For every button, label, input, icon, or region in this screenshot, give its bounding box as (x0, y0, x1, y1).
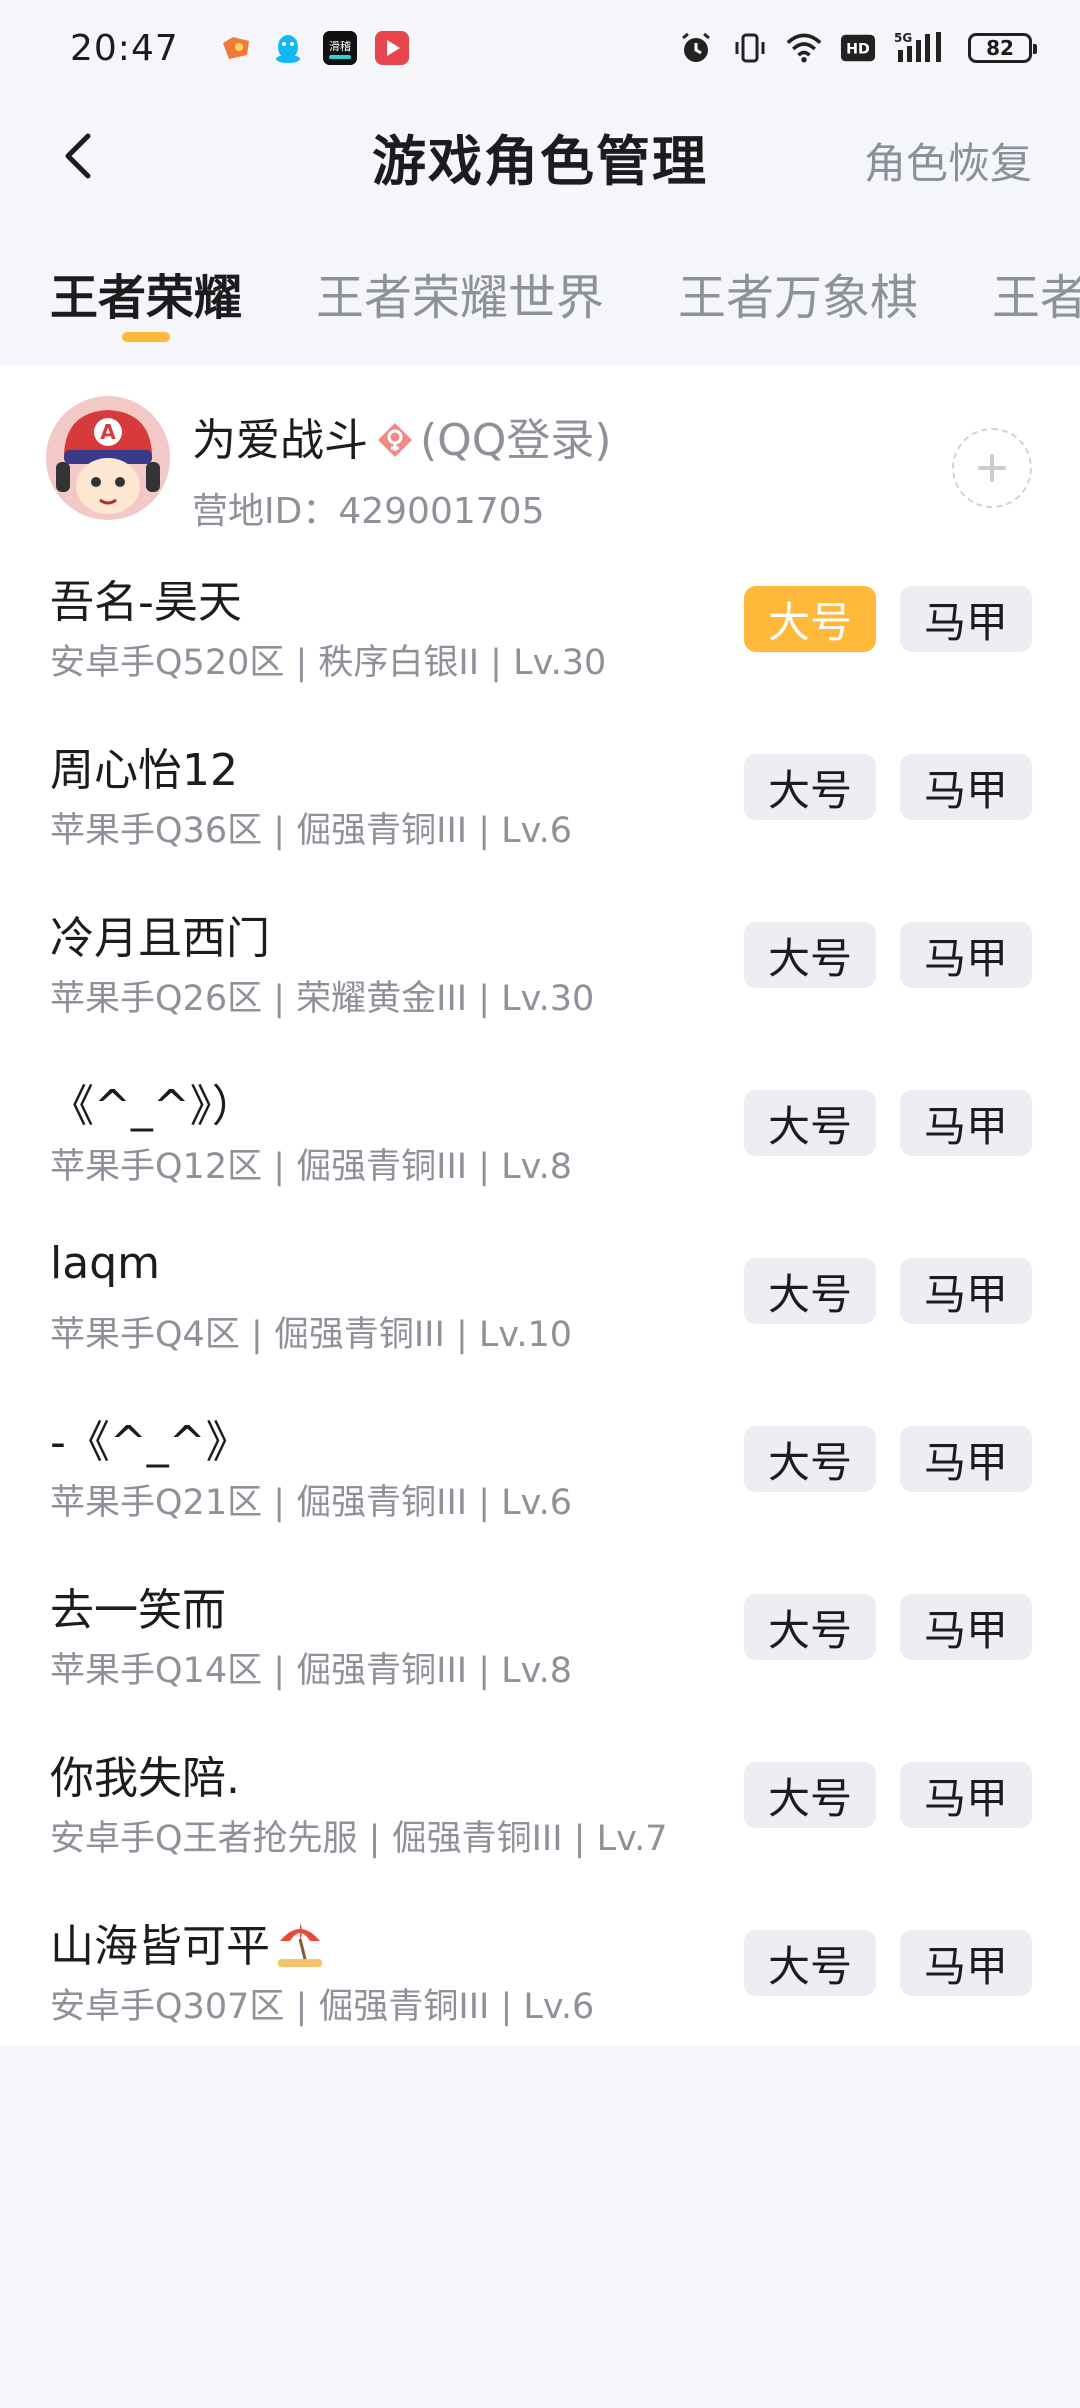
account-name: 为爱战斗 (192, 415, 368, 466)
hd-icon: HD (840, 30, 876, 66)
login-type: (QQ登录) (420, 415, 612, 466)
role-list-card: A 为爱战斗 (QQ登录) 营地ID：429001705 吾名-昊天 安卓手Q52… (0, 366, 1080, 2046)
role-info: 苹果手Q4区 | 倔强青铜III | Lv.10 (50, 1315, 573, 1355)
back-button[interactable] (48, 126, 108, 186)
plus-icon (978, 454, 1006, 482)
alarm-icon (678, 30, 714, 66)
tab-label: 王者 (992, 270, 1080, 326)
role-name: 你我失陪. (50, 1753, 240, 1804)
tab-label: 王者万象棋 (678, 270, 919, 326)
alt-account-button[interactable]: 马甲 (900, 1090, 1032, 1156)
alt-account-button[interactable]: 马甲 (900, 1426, 1032, 1492)
tab-wzry-world[interactable]: 王者荣耀世界 (316, 232, 604, 342)
vibrate-icon (732, 30, 768, 66)
notification-icons: 滑稽 (219, 31, 409, 65)
battery-icon: 82 (968, 33, 1037, 63)
role-info: 苹果手Q21区 | 倔强青铜III | Lv.6 (50, 1483, 573, 1523)
main-account-button[interactable]: 大号 (744, 1762, 876, 1828)
role-info: 安卓手Q王者抢先服 | 倔强青铜III | Lv.7 (50, 1819, 668, 1859)
role-info: 苹果手Q12区 | 倔强青铜III | Lv.8 (50, 1147, 573, 1187)
game-tabs: 王者荣耀 王者荣耀世界 王者万象棋 王者 (0, 232, 1080, 342)
role-name-line: 山海皆可平 (50, 1910, 326, 1974)
entertainment-icon: 滑稽 (322, 31, 357, 65)
svg-text:A: A (100, 420, 116, 444)
status-time: 20:47 (70, 27, 179, 69)
wifi-icon (786, 30, 822, 66)
list-item: 冷月且西门 苹果手Q26区 | 荣耀黄金III | Lv.30 大号 马甲 (0, 884, 1080, 1052)
alt-account-button[interactable]: 马甲 (900, 922, 1032, 988)
list-item: 山海皆可平 安卓手Q307区 | 倔强青铜III | Lv.6 大号 马甲 (0, 1892, 1080, 2060)
beach-umbrella-icon (274, 1917, 326, 1969)
account-name-line: 为爱战斗 (QQ登录) (192, 404, 612, 468)
main-account-button[interactable]: 大号 (744, 1090, 876, 1156)
game-icon (219, 31, 253, 65)
list-item: 《^_^》） 苹果手Q12区 | 倔强青铜III | Lv.8 大号 马甲 (0, 1052, 1080, 1220)
role-name: laqm (50, 1238, 160, 1289)
alt-account-button[interactable]: 马甲 (900, 586, 1032, 652)
account-header: A 为爱战斗 (QQ登录) 营地ID：429001705 (0, 386, 1080, 532)
page-title: 游戏角色管理 (372, 129, 708, 193)
list-item: 吾名-昊天 安卓手Q520区 | 秩序白银II | Lv.30 大号 马甲 (0, 548, 1080, 716)
alt-account-button[interactable]: 马甲 (900, 1258, 1032, 1324)
main-account-button[interactable]: 大号 (744, 1930, 876, 1996)
tab-indicator (122, 332, 170, 342)
main-account-button[interactable]: 大号 (744, 1594, 876, 1660)
tab-more[interactable]: 王者 (992, 232, 1080, 342)
svg-text:HD: HD (846, 42, 870, 58)
female-icon (376, 419, 414, 457)
list-item: 你我失陪. 安卓手Q王者抢先服 | 倔强青铜III | Lv.7 大号 马甲 (0, 1724, 1080, 1892)
role-info: 安卓手Q307区 | 倔强青铜III | Lv.6 (50, 1987, 595, 2027)
account-id-label: 营地ID： (192, 491, 339, 532)
role-name: 《^_^》） (50, 1081, 256, 1132)
alt-account-button[interactable]: 马甲 (900, 754, 1032, 820)
qq-icon (271, 31, 305, 65)
list-item: 周心怡12 苹果手Q36区 | 倔强青铜III | Lv.6 大号 马甲 (0, 716, 1080, 884)
chevron-left-icon (65, 133, 91, 179)
tab-label: 王者荣耀 (50, 270, 243, 326)
role-restore-button[interactable]: 角色恢复 (864, 130, 1032, 191)
status-bar: 20:47 滑稽 HD 5G 82 (0, 0, 1080, 96)
alt-account-button[interactable]: 马甲 (900, 1762, 1032, 1828)
role-info: 苹果手Q36区 | 倔强青铜III | Lv.6 (50, 811, 573, 851)
system-status: HD 5G 82 (678, 30, 1037, 66)
add-account-button[interactable] (952, 428, 1032, 508)
list-item: laqm 苹果手Q4区 | 倔强青铜III | Lv.10 大号 马甲 (0, 1220, 1080, 1388)
tab-wzry[interactable]: 王者荣耀 (50, 232, 242, 342)
tab-wanxiangqi[interactable]: 王者万象棋 (678, 232, 918, 342)
main-account-button[interactable]: 大号 (744, 1426, 876, 1492)
main-account-button[interactable]: 大号 (744, 754, 876, 820)
main-account-button[interactable]: 大号 (744, 586, 876, 652)
nav-bar: 游戏角色管理 角色恢复 (0, 96, 1080, 216)
alt-account-button[interactable]: 马甲 (900, 1930, 1032, 1996)
battery-level: 82 (986, 36, 1014, 60)
account-id-line: 营地ID：429001705 (192, 482, 544, 534)
role-info: 苹果手Q14区 | 倔强青铜III | Lv.8 (50, 1651, 573, 1691)
role-info: 苹果手Q26区 | 荣耀黄金III | Lv.30 (50, 979, 595, 1019)
svg-text:滑稽: 滑稽 (329, 39, 351, 53)
list-item: 去一笑而 苹果手Q14区 | 倔强青铜III | Lv.8 大号 马甲 (0, 1556, 1080, 1724)
main-account-button[interactable]: 大号 (744, 1258, 876, 1324)
role-name: 山海皆可平 (50, 1921, 270, 1972)
signal-icon: 5G (894, 30, 946, 66)
list-item: -《^_^》 苹果手Q21区 | 倔强青铜III | Lv.6 大号 马甲 (0, 1388, 1080, 1556)
svg-text:5G: 5G (894, 31, 912, 45)
avatar[interactable]: A (46, 396, 170, 520)
alt-account-button[interactable]: 马甲 (900, 1594, 1032, 1660)
role-name: 冷月且西门 (50, 913, 270, 964)
role-list: 吾名-昊天 安卓手Q520区 | 秩序白银II | Lv.30 大号 马甲 周心… (0, 548, 1080, 2060)
role-info: 安卓手Q520区 | 秩序白银II | Lv.30 (50, 643, 607, 683)
main-account-button[interactable]: 大号 (744, 922, 876, 988)
tab-label: 王者荣耀世界 (316, 270, 605, 326)
account-id-value: 429001705 (338, 491, 545, 532)
role-name: 周心怡12 (50, 745, 238, 796)
video-icon (374, 31, 409, 65)
role-name: -《^_^》 (50, 1417, 250, 1468)
role-name: 吾名-昊天 (50, 577, 242, 628)
role-name: 去一笑而 (50, 1585, 226, 1636)
